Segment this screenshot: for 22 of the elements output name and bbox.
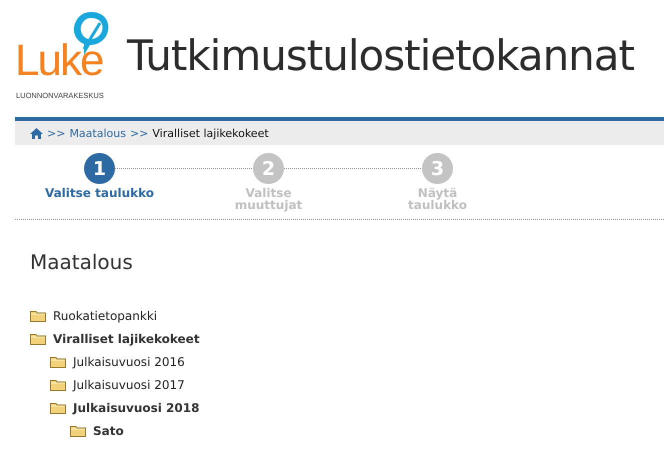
- tree-item[interactable]: Julkaisuvuosi 2018: [73, 400, 200, 414]
- tree-item[interactable]: Viralliset lajikekokeet: [53, 332, 200, 346]
- breadcrumb-link[interactable]: Maatalous: [69, 126, 126, 140]
- folder-icon: [30, 310, 46, 322]
- folder-icon: [50, 378, 66, 390]
- step-number[interactable]: 1: [84, 153, 115, 184]
- section-heading: Maatalous: [30, 250, 134, 274]
- logo-wordmark: Luke: [15, 39, 102, 83]
- breadcrumb-separator: >>: [47, 126, 66, 140]
- tree-item[interactable]: Julkaisuvuosi 2017: [73, 378, 185, 392]
- home-icon[interactable]: [30, 128, 43, 138]
- step-label[interactable]: Valitse taulukko: [44, 187, 154, 199]
- folder-icon: [70, 424, 86, 436]
- breadcrumb-current: Viralliset lajikekokeet: [152, 126, 269, 140]
- folder-icon: [30, 332, 46, 344]
- tree-item[interactable]: Ruokatietopankki: [53, 308, 158, 322]
- tree-item[interactable]: Julkaisuvuosi 2016: [73, 354, 185, 368]
- site-title: Tutkimustulostietokannat: [127, 30, 634, 80]
- breadcrumb-separator: >>: [130, 126, 148, 140]
- folder-icon: [50, 402, 66, 414]
- tree-item[interactable]: Sato: [93, 424, 124, 438]
- folder-icon: [50, 356, 66, 368]
